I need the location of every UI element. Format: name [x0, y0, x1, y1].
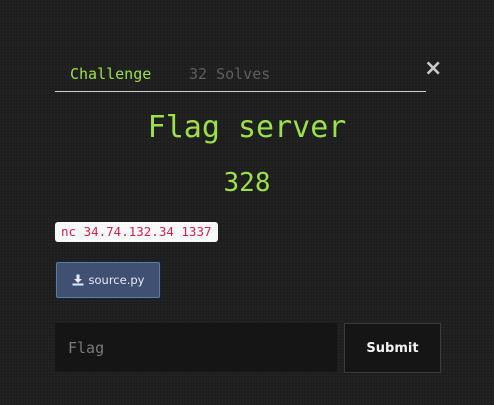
flag-input[interactable]: [55, 323, 337, 372]
challenge-title: Flag server: [147, 110, 347, 145]
tab-solves[interactable]: 32 Solves: [189, 65, 270, 83]
tab-bar: Challenge 32 Solves: [55, 58, 426, 92]
file-label: source.py: [88, 273, 145, 287]
connection-info: nc 34.74.132.34 1337: [55, 222, 218, 242]
challenge-points: 328: [223, 168, 271, 198]
tab-challenge[interactable]: Challenge: [70, 65, 151, 83]
close-icon[interactable]: ×: [424, 58, 442, 80]
download-icon: [72, 274, 84, 286]
download-file-button[interactable]: source.py: [56, 262, 160, 298]
submit-button[interactable]: Submit: [344, 323, 441, 373]
